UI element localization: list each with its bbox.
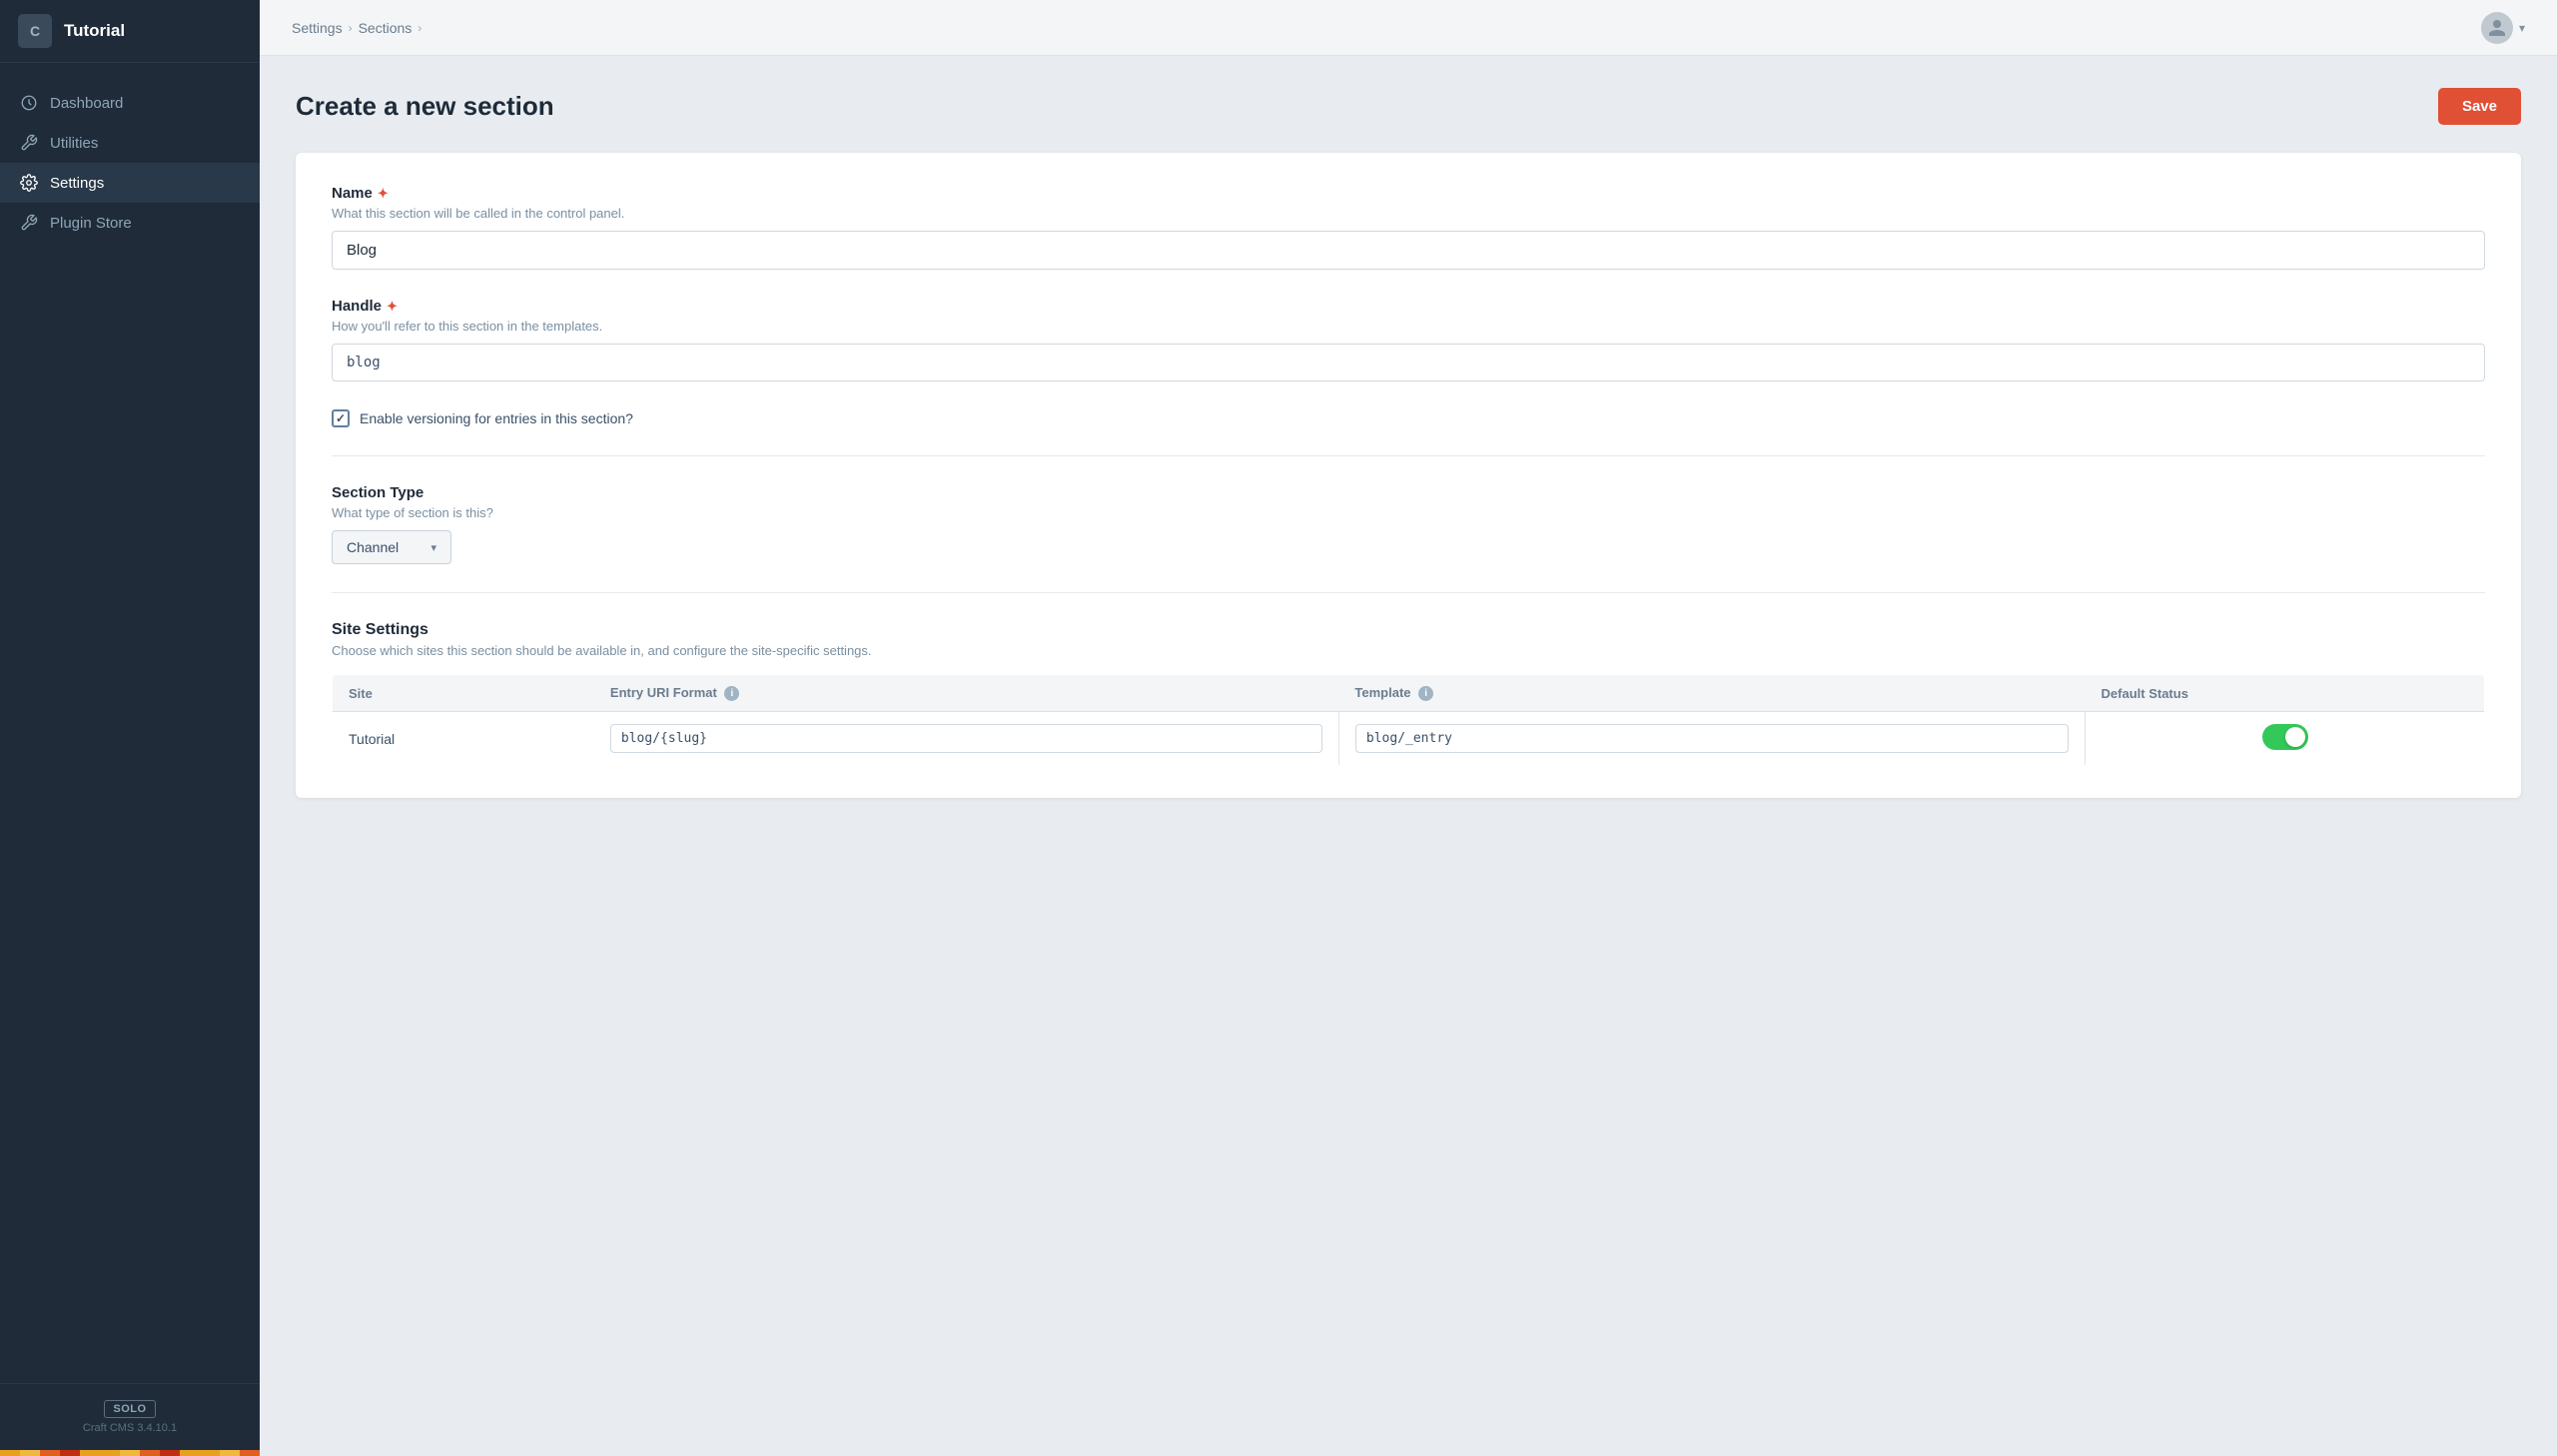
plugin-store-icon bbox=[20, 214, 38, 232]
name-field-group: Name ✦ What this section will be called … bbox=[332, 185, 2485, 270]
cell-entry-uri[interactable] bbox=[594, 712, 1338, 766]
utilities-icon bbox=[20, 134, 38, 152]
content-area: Create a new section Save Name ✦ What th… bbox=[260, 56, 2557, 1456]
solo-badge: SOLO bbox=[104, 1400, 155, 1418]
versioning-checkbox[interactable] bbox=[332, 409, 350, 427]
sidebar-footer: SOLO Craft CMS 3.4.10.1 bbox=[0, 1383, 260, 1450]
template-input[interactable] bbox=[1355, 724, 2069, 753]
section-type-label: Section Type bbox=[332, 484, 2485, 501]
sidebar-item-dashboard[interactable]: Dashboard bbox=[0, 83, 260, 123]
divider-1 bbox=[332, 455, 2485, 456]
handle-field-group: Handle ✦ How you'll refer to this sectio… bbox=[332, 298, 2485, 381]
cell-template[interactable] bbox=[1338, 712, 2085, 766]
sidebar-item-utilities[interactable]: Utilities bbox=[0, 123, 260, 163]
page-header: Create a new section Save bbox=[296, 88, 2521, 125]
cell-default-status bbox=[2086, 712, 2485, 766]
col-default-status: Default Status bbox=[2086, 675, 2485, 712]
save-button[interactable]: Save bbox=[2438, 88, 2521, 125]
site-settings-table: Site Entry URI Format i Template i bbox=[332, 674, 2485, 766]
table-row: Tutorial bbox=[333, 712, 2485, 766]
settings-icon bbox=[20, 174, 38, 192]
section-type-chevron-icon: ▾ bbox=[430, 541, 436, 554]
site-settings-title: Site Settings bbox=[332, 621, 2485, 639]
sidebar-item-label: Settings bbox=[50, 175, 104, 192]
versioning-row: Enable versioning for entries in this se… bbox=[332, 409, 2485, 427]
versioning-label: Enable versioning for entries in this se… bbox=[360, 410, 633, 426]
sidebar-item-label: Dashboard bbox=[50, 95, 123, 112]
site-settings-hint: Choose which sites this section should b… bbox=[332, 643, 2485, 658]
entry-uri-info-icon[interactable]: i bbox=[724, 686, 739, 701]
sidebar-item-label: Plugin Store bbox=[50, 215, 132, 232]
breadcrumb-sections[interactable]: Sections bbox=[359, 20, 413, 36]
sidebar-title: Tutorial bbox=[64, 21, 125, 41]
handle-required: ✦ bbox=[387, 299, 398, 315]
entry-uri-input[interactable] bbox=[610, 724, 1322, 753]
main-area: Settings › Sections › ▾ Create a new sec… bbox=[260, 0, 2557, 1456]
default-status-toggle[interactable] bbox=[2262, 724, 2308, 750]
sidebar-logo: C bbox=[18, 14, 52, 48]
name-required: ✦ bbox=[378, 186, 389, 202]
section-type-value: Channel bbox=[347, 539, 399, 555]
cell-site: Tutorial bbox=[333, 712, 594, 766]
breadcrumb-sep-1: › bbox=[349, 21, 353, 35]
name-hint: What this section will be called in the … bbox=[332, 206, 2485, 221]
handle-input[interactable] bbox=[332, 344, 2485, 381]
topbar-user[interactable]: ▾ bbox=[2481, 12, 2525, 44]
sidebar-item-label: Utilities bbox=[50, 135, 98, 152]
divider-2 bbox=[332, 592, 2485, 593]
sidebar-stripe bbox=[0, 1450, 260, 1456]
sidebar: C Tutorial Dashboard Utilities Settings bbox=[0, 0, 260, 1456]
col-template: Template i bbox=[1338, 675, 2085, 712]
topbar: Settings › Sections › ▾ bbox=[260, 0, 2557, 56]
sidebar-item-settings[interactable]: Settings bbox=[0, 163, 260, 203]
breadcrumb-sep-2: › bbox=[418, 21, 422, 35]
dashboard-icon bbox=[20, 94, 38, 112]
handle-label: Handle ✦ bbox=[332, 298, 2485, 315]
craft-version: Craft CMS 3.4.10.1 bbox=[83, 1422, 177, 1434]
sidebar-item-plugin-store[interactable]: Plugin Store bbox=[0, 203, 260, 243]
template-info-icon[interactable]: i bbox=[1418, 686, 1433, 701]
chevron-down-icon: ▾ bbox=[2519, 21, 2525, 35]
section-type-group: Section Type What type of section is thi… bbox=[332, 484, 2485, 564]
breadcrumb-settings[interactable]: Settings bbox=[292, 20, 343, 36]
sidebar-nav: Dashboard Utilities Settings Plugin Stor… bbox=[0, 63, 260, 1383]
page-title: Create a new section bbox=[296, 91, 554, 122]
name-input[interactable] bbox=[332, 231, 2485, 270]
breadcrumb: Settings › Sections › bbox=[292, 20, 422, 36]
section-type-hint: What type of section is this? bbox=[332, 505, 2485, 520]
form-card: Name ✦ What this section will be called … bbox=[296, 153, 2521, 798]
sidebar-header: C Tutorial bbox=[0, 0, 260, 63]
name-label: Name ✦ bbox=[332, 185, 2485, 202]
section-type-select[interactable]: Channel ▾ bbox=[332, 530, 451, 564]
col-entry-uri: Entry URI Format i bbox=[594, 675, 1338, 712]
handle-hint: How you'll refer to this section in the … bbox=[332, 319, 2485, 334]
user-icon bbox=[2487, 18, 2507, 38]
site-settings-section: Site Settings Choose which sites this se… bbox=[332, 621, 2485, 766]
col-site: Site bbox=[333, 675, 594, 712]
avatar bbox=[2481, 12, 2513, 44]
